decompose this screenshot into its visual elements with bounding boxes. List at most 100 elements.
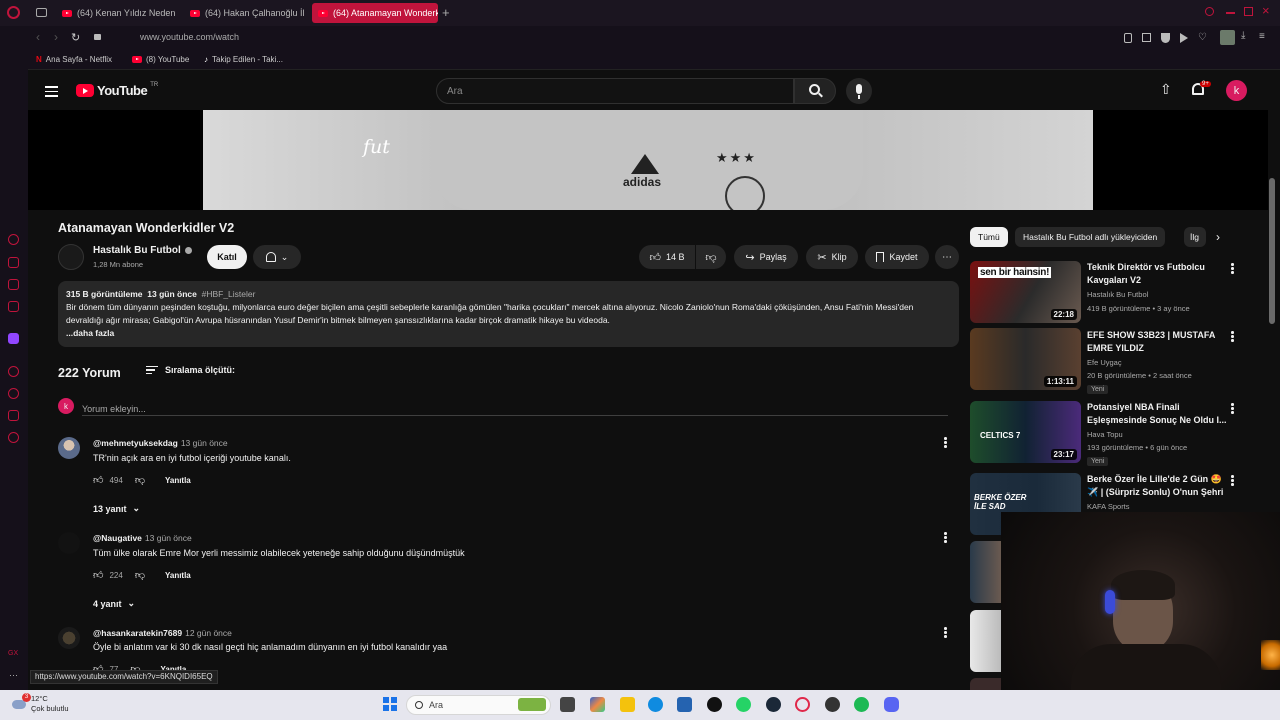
comment-avatar[interactable] bbox=[58, 627, 80, 649]
discord-icon[interactable] bbox=[884, 697, 899, 712]
gx-icon[interactable]: GX bbox=[8, 650, 18, 657]
comment-user[interactable]: @hasankaratekin7689 bbox=[93, 628, 182, 638]
player-sidebar-icon[interactable] bbox=[8, 366, 19, 377]
channel-name[interactable]: Hastalık Bu Futbol bbox=[93, 245, 192, 256]
easy-setup-icon[interactable]: ≡ bbox=[1259, 31, 1265, 42]
tab-kenan[interactable]: (64) Kenan Yıldız Neden B bbox=[56, 3, 176, 23]
opera-logo-icon[interactable] bbox=[7, 6, 20, 19]
upload-icon[interactable]: ⇧ bbox=[1160, 81, 1172, 98]
maximize-icon[interactable] bbox=[1244, 7, 1253, 16]
page-scrollbar[interactable] bbox=[1269, 178, 1275, 324]
related-channel[interactable]: KAFA Sports bbox=[1087, 502, 1130, 511]
description-box[interactable]: 315 B görüntüleme 13 gün önce #HBF_Liste… bbox=[58, 281, 959, 347]
search-button[interactable] bbox=[794, 78, 836, 104]
thumbs-down-icon[interactable]: 👎︎ bbox=[135, 474, 145, 486]
chip-related[interactable]: İlg bbox=[1184, 227, 1206, 247]
comment-author[interactable]: @Naugative 13 gün önce bbox=[93, 533, 192, 543]
copilot-icon[interactable] bbox=[590, 697, 605, 712]
youtube-logo[interactable]: YouTube TR bbox=[76, 82, 158, 98]
extensions-icon[interactable] bbox=[8, 410, 19, 421]
comment-user[interactable]: @mehmetyuksekdag bbox=[93, 438, 178, 448]
app-icon[interactable] bbox=[825, 697, 840, 712]
show-more-link[interactable]: ...daha fazla bbox=[66, 327, 951, 340]
sort-button[interactable]: Sıralama ölçütü: bbox=[146, 365, 235, 375]
search-tabs-icon[interactable] bbox=[1205, 7, 1214, 16]
share-button[interactable]: ↪ Paylaş bbox=[734, 245, 798, 269]
weather-widget[interactable]: 12°C Çok bulutlu bbox=[12, 694, 69, 714]
join-button[interactable]: Katıl bbox=[207, 245, 247, 269]
account-avatar[interactable]: k bbox=[1226, 80, 1247, 101]
forward-icon[interactable]: › bbox=[54, 30, 58, 44]
voice-search-button[interactable] bbox=[846, 78, 872, 104]
player-icon[interactable] bbox=[1180, 33, 1188, 43]
messenger-icon[interactable] bbox=[8, 279, 19, 290]
heart-icon[interactable]: ♡ bbox=[1198, 33, 1207, 43]
comment-more-icon[interactable] bbox=[944, 532, 948, 544]
comment-more-icon[interactable] bbox=[944, 437, 948, 449]
comment-author[interactable]: @hasankaratekin7689 12 gün önce bbox=[93, 628, 232, 638]
related-thumbnail[interactable] bbox=[970, 678, 1001, 690]
tab-hakan[interactable]: (64) Hakan Çalhanoğlu İle bbox=[184, 3, 304, 23]
back-icon[interactable]: ‹ bbox=[36, 30, 40, 44]
history-icon[interactable] bbox=[8, 388, 19, 399]
opera-gx-icon[interactable] bbox=[795, 697, 810, 712]
thumbs-up-icon[interactable]: 👍︎ bbox=[93, 474, 103, 486]
related-channel[interactable]: Efe Uygaç bbox=[1087, 358, 1122, 367]
tiktok-icon[interactable] bbox=[707, 697, 722, 712]
thumbs-down-icon[interactable]: 👎︎ bbox=[135, 569, 145, 581]
pin-icon[interactable] bbox=[1124, 33, 1132, 43]
bookmark-youtube[interactable]: (8) YouTube bbox=[132, 55, 189, 64]
shopping-icon[interactable] bbox=[8, 257, 19, 268]
save-button[interactable]: Kaydet bbox=[865, 245, 929, 269]
related-more-icon[interactable] bbox=[1231, 403, 1235, 415]
new-tab-icon[interactable]: + bbox=[442, 5, 450, 20]
related-title[interactable]: Teknik Direktör vs Futbolcu Kavgaları V2 bbox=[1087, 261, 1227, 287]
instagram-icon[interactable] bbox=[8, 301, 19, 312]
more-actions-button[interactable]: ⋯ bbox=[935, 245, 959, 269]
file-explorer-icon[interactable] bbox=[620, 697, 635, 712]
comment-more-icon[interactable] bbox=[944, 627, 948, 639]
profile-picture-icon[interactable] bbox=[1220, 30, 1235, 45]
bookmark-tiktok[interactable]: ♪ Takip Edilen - Taki... bbox=[204, 55, 283, 64]
close-icon[interactable]: × bbox=[1262, 3, 1270, 18]
related-more-icon[interactable] bbox=[1231, 263, 1235, 275]
related-title[interactable]: EFE SHOW S3B23 | MUSTAFA EMRE YILDIZ bbox=[1087, 329, 1227, 355]
related-thumbnail[interactable] bbox=[970, 541, 1001, 603]
add-comment-input[interactable]: Yorum ekleyin... bbox=[82, 399, 948, 416]
task-view-icon[interactable] bbox=[560, 697, 575, 712]
url-field[interactable]: www.youtube.com/watch bbox=[140, 32, 239, 42]
subscribed-bell-button[interactable]: ⌄ bbox=[253, 245, 301, 269]
video-player[interactable]: fut adidas ★★★ bbox=[28, 110, 1268, 210]
comment-author[interactable]: @mehmetyuksekdag 13 gün önce bbox=[93, 438, 228, 448]
dislike-button[interactable]: 👎︎ bbox=[696, 245, 726, 269]
video-frame[interactable]: fut adidas ★★★ bbox=[203, 110, 1093, 210]
twitch-icon[interactable] bbox=[8, 333, 19, 344]
whatsapp-icon[interactable] bbox=[736, 697, 751, 712]
comment-avatar[interactable] bbox=[58, 437, 80, 459]
replies-toggle[interactable]: 4 yanıt ⌄ bbox=[93, 598, 135, 609]
related-thumbnail[interactable]: CELTICS 7 23:17 bbox=[970, 401, 1081, 463]
vpn-shield-icon[interactable] bbox=[1161, 33, 1170, 43]
like-button[interactable]: 👍︎ 14 B bbox=[639, 245, 695, 269]
related-title[interactable]: Potansiyel NBA Finali Eşleşmesinde Sonuç… bbox=[1087, 401, 1227, 427]
clip-button[interactable]: ✂ Klip bbox=[806, 245, 858, 269]
edge-icon[interactable] bbox=[648, 697, 663, 712]
minimize-icon[interactable] bbox=[1226, 12, 1235, 14]
related-thumbnail[interactable] bbox=[970, 610, 1001, 672]
chip-all[interactable]: Tümü bbox=[970, 227, 1008, 247]
comment-time[interactable]: 12 gün önce bbox=[185, 628, 232, 638]
thumbs-up-icon[interactable]: 👍︎ bbox=[93, 569, 103, 581]
comment-time[interactable]: 13 gün önce bbox=[181, 438, 228, 448]
menu-icon[interactable] bbox=[45, 83, 58, 100]
related-channel[interactable]: Hava Topu bbox=[1087, 430, 1123, 439]
hashtag-link[interactable]: #HBF_Listeler bbox=[202, 289, 256, 299]
spotify-icon[interactable] bbox=[854, 697, 869, 712]
related-more-icon[interactable] bbox=[1231, 331, 1235, 343]
channel-avatar[interactable] bbox=[58, 244, 84, 270]
comment-avatar[interactable] bbox=[58, 532, 80, 554]
replies-toggle[interactable]: 13 yanıt ⌄ bbox=[93, 503, 140, 514]
comment-time[interactable]: 13 gün önce bbox=[145, 533, 192, 543]
tab-overview-icon[interactable] bbox=[36, 8, 47, 17]
snapshot-icon[interactable] bbox=[1142, 33, 1151, 42]
aria-icon[interactable] bbox=[8, 234, 19, 245]
